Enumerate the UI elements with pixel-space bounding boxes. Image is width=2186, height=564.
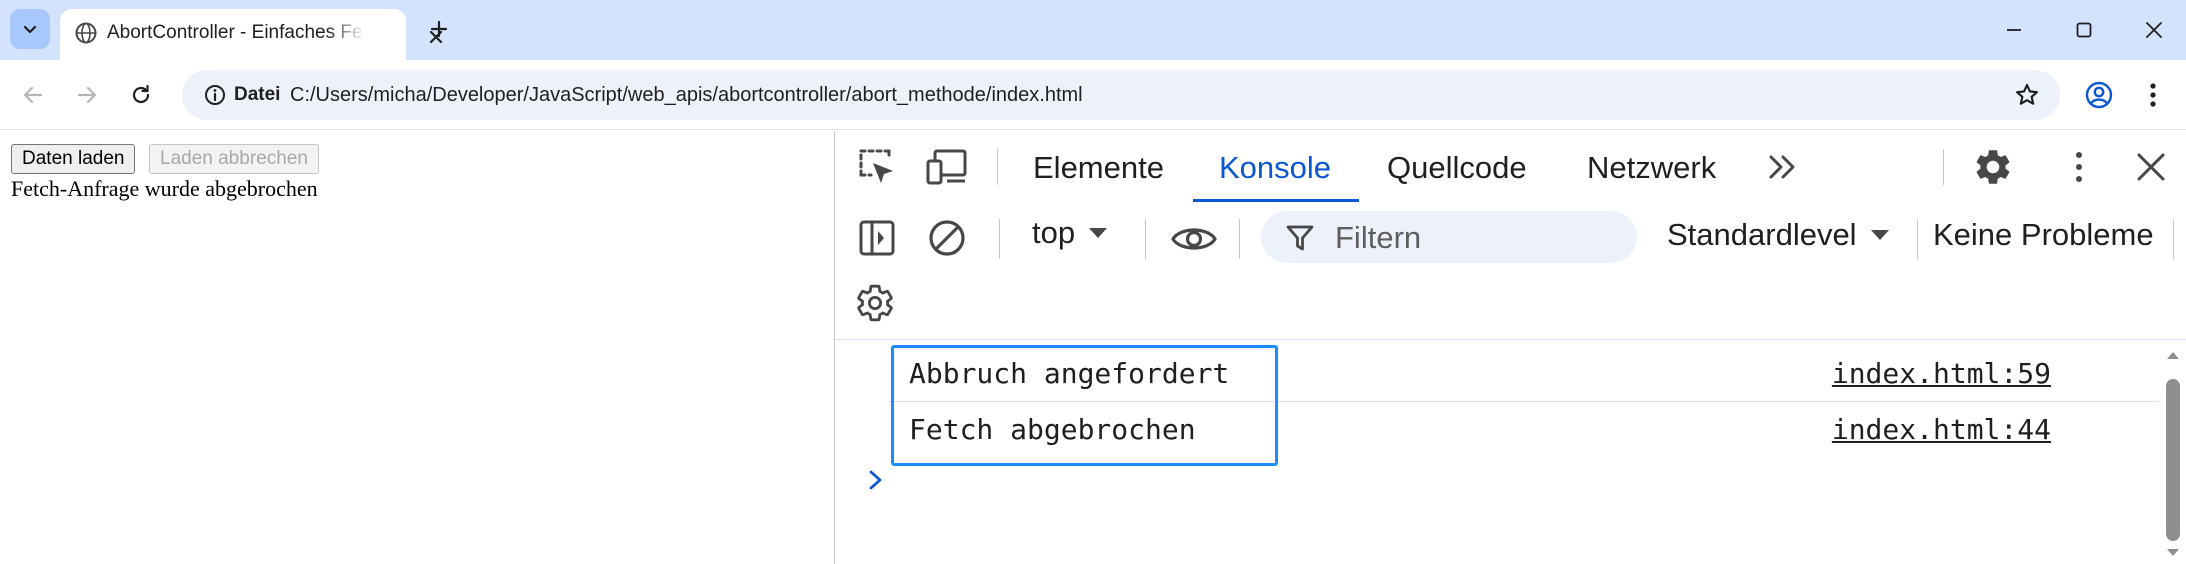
inspect-element-button[interactable] [855, 145, 899, 189]
browser-toolbar: Datei C:/Users/micha/Developer/JavaScrip… [0, 60, 2186, 130]
sidebar-icon [859, 220, 895, 256]
sidebar-toggle-button[interactable] [855, 216, 899, 260]
minimize-button[interactable] [1998, 14, 2030, 46]
new-tab-button[interactable] [424, 14, 454, 44]
live-expression-button[interactable] [1167, 217, 1221, 261]
console-message: Fetch abgebrochen index.html:44 [835, 401, 2159, 457]
separator [1145, 219, 1146, 259]
devtools-more-button[interactable] [2057, 145, 2101, 189]
title-bar: AbortController - Einfaches Fetch-Beispi… [0, 0, 2186, 60]
gear-icon [857, 284, 893, 322]
gear-icon [1976, 150, 2010, 184]
back-button[interactable] [18, 80, 48, 110]
separator [1943, 149, 1944, 185]
url-text[interactable]: C:/Users/micha/Developer/JavaScript/web_… [290, 83, 1083, 107]
reload-button[interactable] [126, 80, 156, 110]
console-prompt-icon[interactable] [865, 467, 887, 493]
context-label: top [1032, 215, 1076, 250]
filter-icon [1286, 225, 1314, 251]
context-selector[interactable]: top [1032, 215, 1109, 251]
console-source-link[interactable]: index.html:44 [1832, 413, 2051, 446]
site-info-label: Datei [234, 84, 281, 105]
info-icon [205, 85, 225, 105]
filter-placeholder: Filtern [1335, 220, 1422, 255]
more-vertical-icon[interactable] [2146, 80, 2160, 110]
caret-down-icon [1089, 228, 1108, 238]
status-message: Fetch-Anfrage wurde abgebrochen [11, 176, 318, 201]
arrow-left-icon [23, 86, 43, 104]
log-levels-label: Standardlevel [1667, 217, 1857, 252]
tab-console[interactable]: Konsole [1219, 149, 1331, 187]
select-element-icon [859, 149, 893, 183]
address-bar[interactable]: Datei C:/Users/micha/Developer/JavaScrip… [182, 70, 2060, 120]
block-icon [929, 220, 965, 256]
minimize-icon [2007, 29, 2021, 31]
console-settings-button[interactable] [853, 281, 897, 325]
device-icon [926, 149, 967, 185]
scrollbar-thumb[interactable] [2166, 379, 2180, 541]
devtools-settings-button[interactable] [1971, 145, 2015, 189]
active-tab-indicator [1193, 199, 1359, 202]
close-window-button[interactable] [2138, 14, 2170, 46]
close-icon [2146, 22, 2162, 38]
separator [1917, 219, 1918, 259]
arrow-right-icon [77, 86, 97, 104]
browser-window: AbortController - Einfaches Fetch-Beispi… [0, 0, 2186, 564]
separator [2173, 219, 2174, 259]
log-levels-dropdown[interactable]: Standardlevel [1667, 217, 1891, 253]
star-icon[interactable] [2014, 82, 2040, 108]
clear-console-button[interactable] [925, 216, 969, 260]
console-message: Abbruch angefordert index.html:59 [835, 345, 2159, 401]
tab-sources[interactable]: Quellcode [1387, 149, 1527, 187]
double-chevron-right-icon [1769, 155, 1795, 179]
browser-tab[interactable]: AbortController - Einfaches Fetch-Beispi… [60, 9, 443, 60]
separator [1239, 219, 1240, 259]
close-devtools-button[interactable] [2129, 145, 2173, 189]
maximize-icon [2076, 22, 2092, 38]
scroll-down-icon[interactable] [2165, 547, 2181, 559]
forward-button[interactable] [72, 80, 102, 110]
plus-icon [430, 20, 448, 38]
tab-network[interactable]: Netzwerk [1587, 149, 1716, 187]
load-data-button[interactable]: Daten laden [11, 144, 136, 174]
separator [997, 149, 998, 185]
caret-down-icon [1870, 230, 1889, 240]
abort-loading-button[interactable]: Laden abbrechen [149, 144, 319, 174]
close-icon [2137, 153, 2165, 181]
devtools-panel: Elemente Konsole Quellcode Netzwerk top … [834, 131, 2186, 564]
globe-icon [75, 22, 97, 44]
tab-elements[interactable]: Elemente [1033, 149, 1164, 187]
issues-counter[interactable]: Keine Probleme [1933, 217, 2154, 253]
console-message-text: Fetch abgebrochen [909, 413, 1196, 446]
console-scrollbar[interactable] [2162, 341, 2186, 564]
console-message-text: Abbruch angefordert [909, 357, 1230, 390]
more-vertical-icon [2076, 152, 2082, 182]
page-viewport: Daten laden Laden abbrechen Fetch-Anfrag… [0, 131, 834, 564]
tab-title: AbortController - Einfaches Fetch-Beispi… [107, 22, 365, 43]
console-settings-row [835, 269, 2186, 340]
reload-icon [132, 84, 150, 104]
console-output: Abbruch angefordert index.html:59 Fetch … [835, 341, 2186, 564]
eye-icon [1171, 228, 1217, 250]
tab-search-button[interactable] [10, 9, 50, 49]
site-info-chip[interactable]: Datei [194, 79, 290, 111]
console-source-link[interactable]: index.html:59 [1832, 357, 2051, 390]
filter-input[interactable]: Filtern [1261, 211, 1637, 263]
more-tabs-button[interactable] [1763, 147, 1803, 187]
separator [999, 219, 1000, 259]
device-toolbar-button[interactable] [925, 145, 969, 189]
devtools-tab-bar: Elemente Konsole Quellcode Netzwerk [835, 131, 2186, 202]
scroll-up-icon[interactable] [2165, 349, 2181, 361]
maximize-button[interactable] [2068, 14, 2100, 46]
profile-icon[interactable] [2084, 80, 2114, 110]
chevron-down-icon [23, 25, 37, 34]
